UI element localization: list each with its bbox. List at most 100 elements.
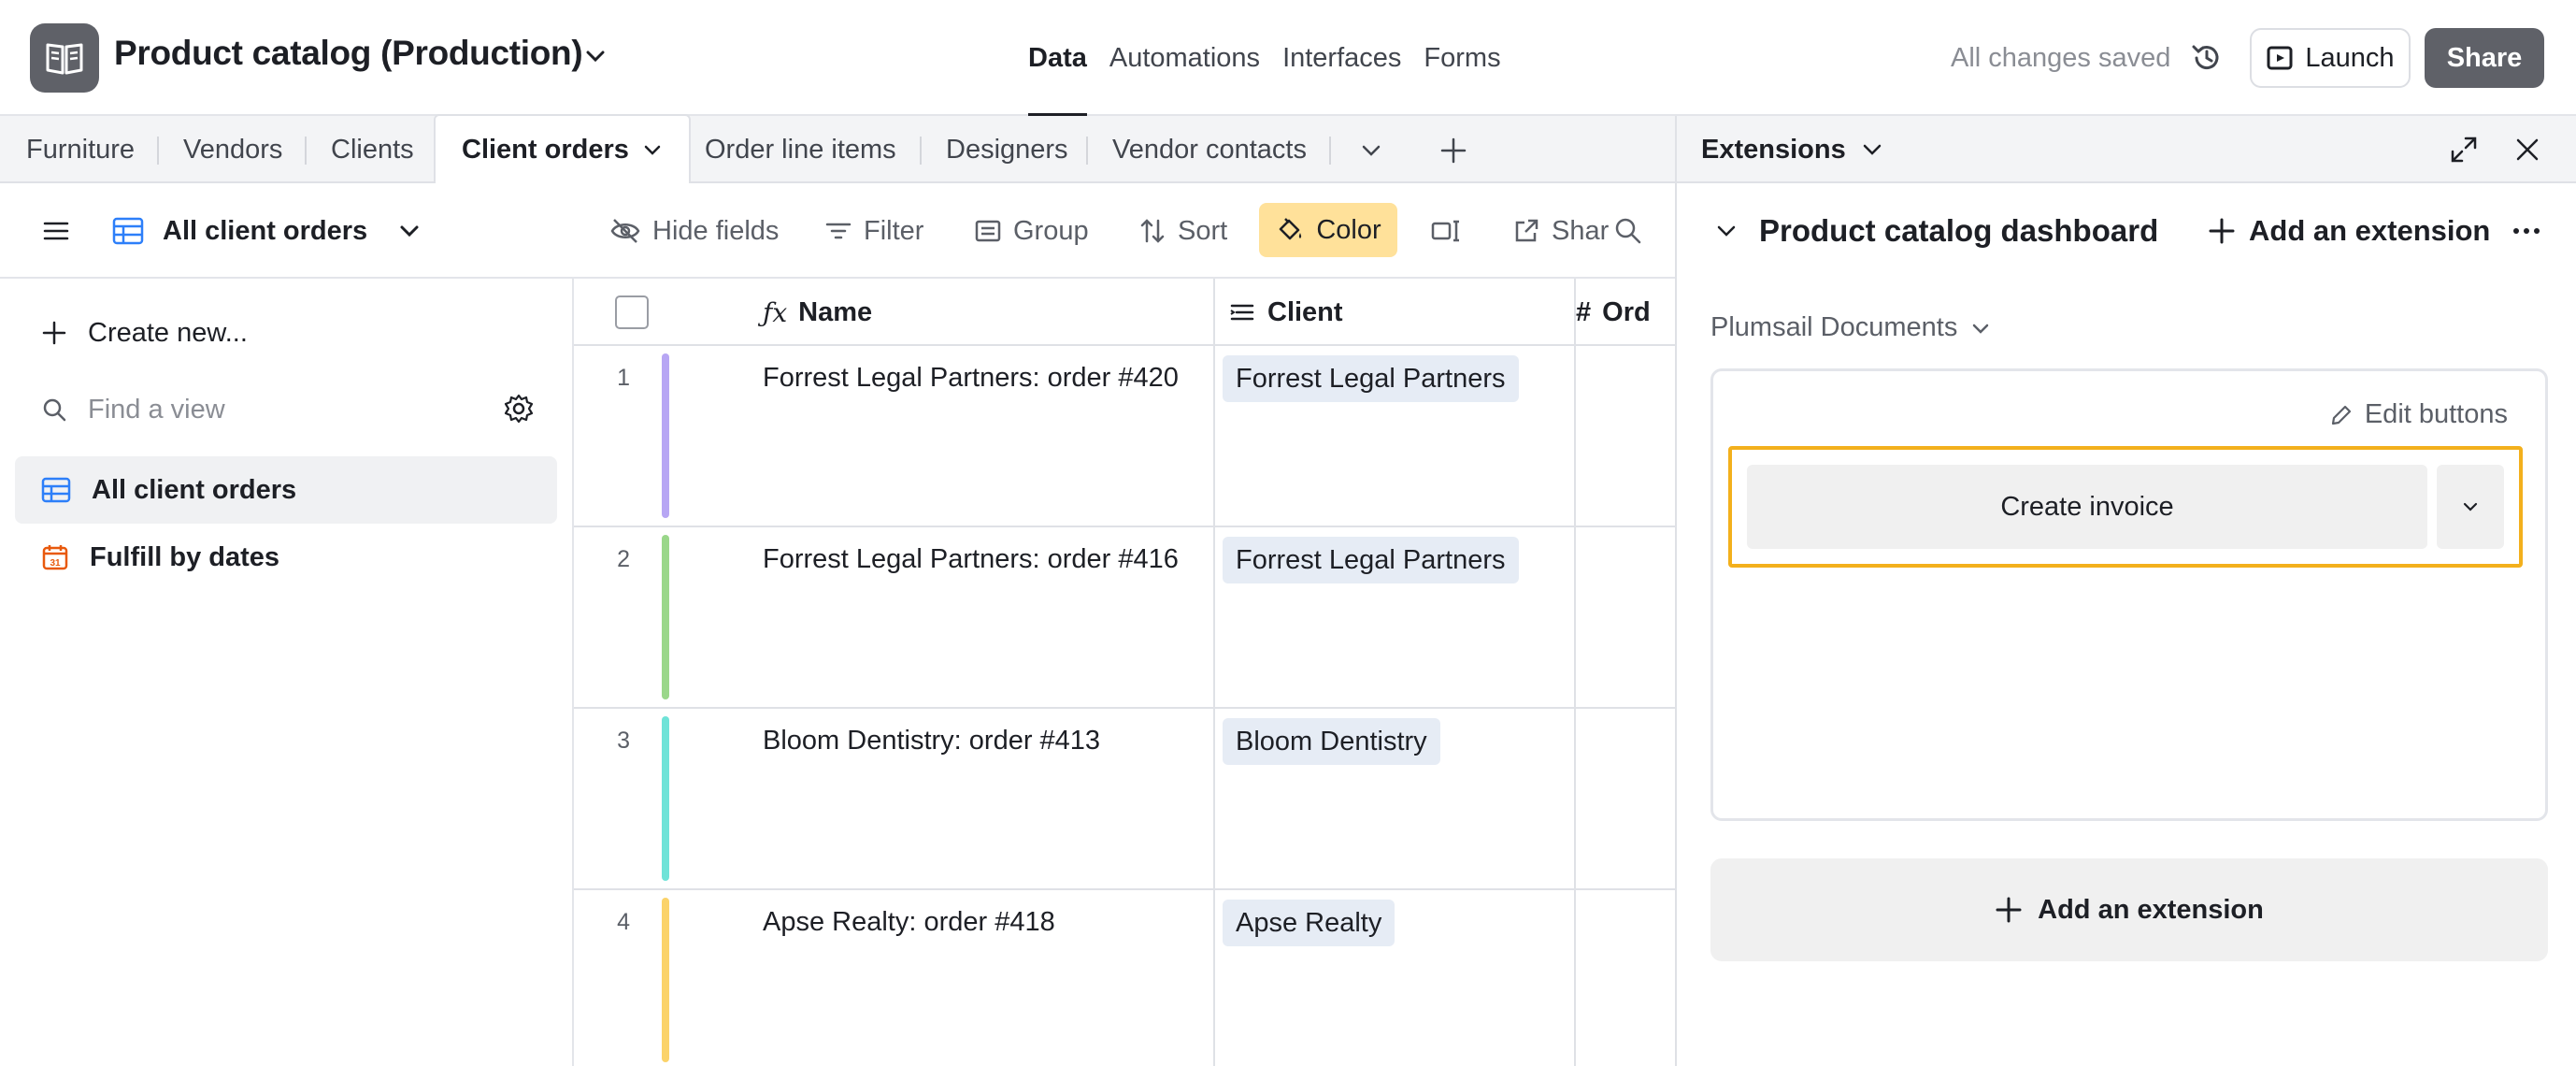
row-number: 2 bbox=[617, 546, 630, 572]
sort-icon bbox=[1140, 219, 1165, 243]
create-new-view[interactable]: Create new... bbox=[15, 299, 557, 367]
top-bar: Product catalog (Production) Data Automa… bbox=[0, 0, 2576, 116]
tab-vendors[interactable]: Vendors bbox=[183, 116, 282, 183]
nav-forms[interactable]: Forms bbox=[1424, 0, 1500, 116]
create-invoice-button[interactable]: Create invoice bbox=[1747, 465, 2427, 549]
tab-order-line-items[interactable]: Order line items bbox=[705, 116, 896, 183]
chevron-down-icon[interactable] bbox=[583, 44, 608, 68]
tab-client-orders-label: Client orders bbox=[462, 135, 629, 165]
tab-divider bbox=[305, 137, 307, 165]
row-number: 3 bbox=[617, 727, 630, 754]
tab-furniture[interactable]: Furniture bbox=[26, 116, 135, 183]
row-number: 4 bbox=[617, 909, 630, 935]
chevron-down-icon bbox=[2463, 502, 2478, 511]
group-label: Group bbox=[1013, 215, 1089, 246]
nav-interfaces[interactable]: Interfaces bbox=[1282, 0, 1401, 116]
sidebar-item-fulfill-by-dates[interactable]: 31 Fulfill by dates bbox=[15, 524, 557, 591]
tab-clients[interactable]: Clients bbox=[331, 116, 414, 183]
select-all-checkbox[interactable] bbox=[615, 295, 649, 329]
column-order-label: Ord bbox=[1602, 296, 1651, 327]
dashboard-title[interactable]: Product catalog dashboard bbox=[1759, 183, 2158, 279]
launch-label: Launch bbox=[2305, 42, 2395, 73]
tab-client-orders[interactable]: Client orders bbox=[434, 114, 691, 183]
client-chip[interactable]: Forrest Legal Partners bbox=[1223, 537, 1519, 583]
close-icon[interactable] bbox=[2514, 137, 2540, 163]
color-button[interactable]: Color bbox=[1259, 203, 1397, 257]
view-name: All client orders bbox=[163, 215, 368, 246]
add-extension-large-label: Add an extension bbox=[2038, 894, 2264, 925]
tab-divider bbox=[1086, 137, 1088, 165]
column-header-order[interactable]: # Ord bbox=[1576, 279, 1651, 346]
edit-buttons-link[interactable]: Edit buttons bbox=[2329, 399, 2508, 430]
extension-name-menu[interactable]: Plumsail Documents bbox=[1710, 312, 1991, 343]
cell-name[interactable]: Bloom Dentistry: order #413 bbox=[763, 726, 1100, 756]
table-row[interactable]: 1 Forrest Legal Partners: order #420 Forre… bbox=[574, 346, 1675, 527]
row-number: 1 bbox=[617, 365, 630, 391]
invoice-options-dropdown[interactable] bbox=[2437, 465, 2504, 549]
table-row[interactable]: 2 Forrest Legal Partners: order #416 Forre… bbox=[574, 527, 1675, 709]
add-table-icon[interactable] bbox=[1439, 137, 1467, 165]
more-tables-chevron-icon[interactable] bbox=[1359, 138, 1383, 163]
share-view-button[interactable]: Shar bbox=[1512, 183, 1609, 279]
views-sidebar: Create new... Find a view All client ord… bbox=[0, 279, 574, 1066]
extensions-menu[interactable]: Extensions bbox=[1701, 116, 1883, 183]
history-icon[interactable] bbox=[2190, 41, 2224, 75]
table-row[interactable]: 3 Bloom Dentistry: order #413 Bloom Dentis… bbox=[574, 709, 1675, 890]
column-client-label: Client bbox=[1267, 296, 1343, 327]
grid-view-icon bbox=[112, 217, 144, 245]
menu-icon[interactable] bbox=[41, 183, 71, 279]
add-extension-button[interactable]: Add an extension bbox=[2208, 183, 2490, 279]
edit-buttons-label: Edit buttons bbox=[2364, 399, 2508, 429]
records-grid: ƒx Name Client # Ord 1 Forrest Legal Part… bbox=[574, 279, 1675, 1066]
chevron-down-icon[interactable] bbox=[1714, 219, 1739, 243]
row-height-button[interactable] bbox=[1430, 183, 1462, 279]
tab-divider bbox=[157, 137, 159, 165]
extension-name: Plumsail Documents bbox=[1710, 312, 1958, 342]
cell-name[interactable]: Apse Realty: order #418 bbox=[763, 907, 1055, 938]
external-link-icon bbox=[1515, 219, 1538, 242]
cell-name[interactable]: Forrest Legal Partners: order #420 bbox=[763, 363, 1179, 394]
tab-vendor-contacts[interactable]: Vendor contacts bbox=[1112, 116, 1307, 183]
find-view-placeholder: Find a view bbox=[88, 394, 225, 425]
color-label: Color bbox=[1316, 214, 1381, 245]
search-icon[interactable] bbox=[1613, 183, 1643, 279]
plus-icon bbox=[42, 321, 66, 345]
launch-icon bbox=[2267, 46, 2293, 70]
client-chip[interactable]: Bloom Dentistry bbox=[1223, 718, 1440, 765]
more-options-icon[interactable] bbox=[2512, 226, 2540, 236]
expand-icon[interactable] bbox=[2449, 135, 2479, 165]
chevron-down-icon[interactable] bbox=[642, 139, 663, 160]
hide-fields-button[interactable]: Hide fields bbox=[609, 183, 779, 279]
add-extension-large-button[interactable]: Add an extension bbox=[1710, 858, 2548, 961]
sort-button[interactable]: Sort bbox=[1138, 183, 1227, 279]
tab-designers[interactable]: Designers bbox=[946, 116, 1068, 183]
nav-data[interactable]: Data bbox=[1028, 0, 1087, 116]
plus-icon bbox=[2209, 218, 2235, 244]
sidebar-item-all-client-orders[interactable]: All client orders bbox=[15, 456, 557, 524]
chevron-down-icon bbox=[1973, 324, 1989, 334]
find-view-input[interactable]: Find a view bbox=[15, 376, 557, 443]
launch-button[interactable]: Launch bbox=[2250, 28, 2411, 88]
column-header-client[interactable]: Client bbox=[1228, 279, 1343, 346]
pencil-icon bbox=[2331, 405, 2351, 425]
chevron-down-icon bbox=[400, 225, 419, 238]
group-button[interactable]: Group bbox=[974, 183, 1089, 279]
base-title[interactable]: Product catalog (Production) bbox=[114, 34, 583, 73]
save-status: All changes saved bbox=[1951, 43, 2171, 73]
svg-text:31: 31 bbox=[50, 558, 61, 569]
client-chip[interactable]: Apse Realty bbox=[1223, 900, 1395, 946]
column-header-name[interactable]: ƒx Name bbox=[763, 279, 872, 346]
share-button[interactable]: Share bbox=[2425, 28, 2544, 88]
filter-icon bbox=[825, 223, 852, 239]
view-switcher[interactable]: All client orders bbox=[112, 183, 422, 279]
gear-icon[interactable] bbox=[503, 393, 535, 425]
filter-button[interactable]: Filter bbox=[824, 183, 923, 279]
cell-name[interactable]: Forrest Legal Partners: order #416 bbox=[763, 544, 1179, 575]
nav-automations[interactable]: Automations bbox=[1109, 0, 1260, 116]
table-row[interactable]: 4 Apse Realty: order #418 Apse Realty bbox=[574, 890, 1675, 1066]
base-logo-icon[interactable] bbox=[30, 23, 99, 93]
sidebar-item-label: Fulfill by dates bbox=[90, 541, 280, 572]
client-chip[interactable]: Forrest Legal Partners bbox=[1223, 355, 1519, 402]
hide-fields-label: Hide fields bbox=[652, 215, 780, 246]
extensions-title: Extensions bbox=[1701, 134, 1846, 165]
